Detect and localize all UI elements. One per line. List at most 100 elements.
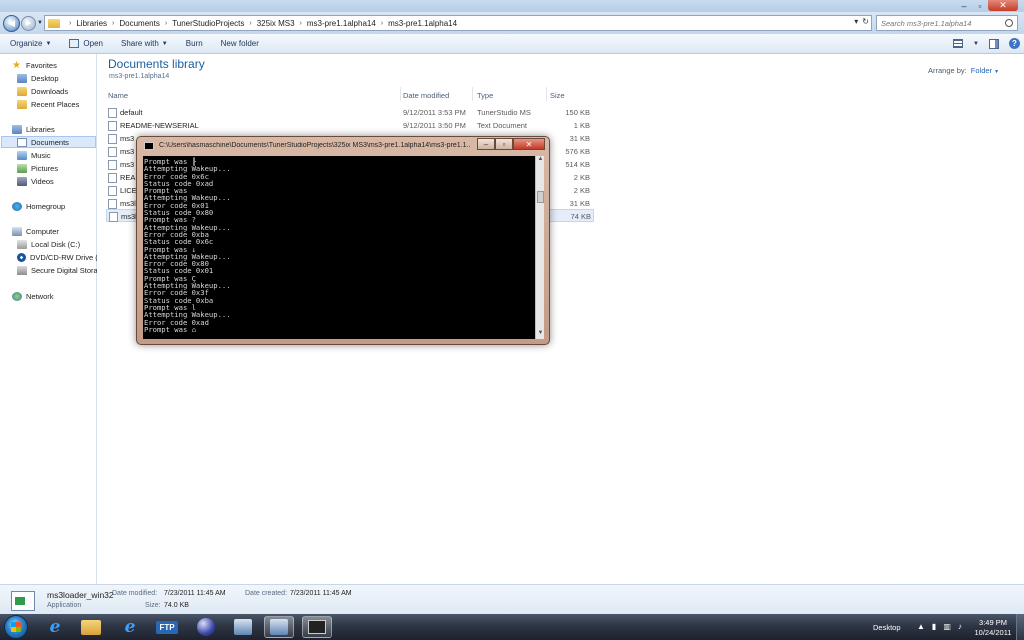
nav-label: DVD/CD-RW Drive ( [30, 253, 97, 262]
nav-local-disk[interactable]: Local Disk (C:) [17, 240, 80, 249]
battery-icon[interactable]: ▮ [932, 622, 936, 631]
back-button[interactable]: ◀ [3, 14, 20, 32]
nav-label: Desktop [31, 74, 59, 83]
file-size: 150 KB [565, 108, 590, 117]
nav-network[interactable]: Network [12, 292, 54, 301]
taskbar-internet-explorer[interactable]: e [40, 616, 70, 638]
breadcrumb-documents[interactable]: Documents [119, 19, 159, 28]
desktop-toolbar[interactable]: Desktop [873, 623, 901, 632]
folder-icon [81, 619, 101, 635]
start-button[interactable] [4, 615, 28, 639]
new-folder-button[interactable]: New folder [221, 39, 259, 48]
taskbar-tunerstudio[interactable] [264, 616, 294, 638]
column-header-size[interactable]: Size [550, 91, 565, 100]
address-dropdown-icon[interactable]: ▾ [854, 17, 858, 26]
taskbar-ftp[interactable]: FTP [152, 616, 182, 638]
nav-homegroup[interactable]: Homegroup [12, 202, 65, 211]
console-icon [144, 142, 154, 150]
maximize-button[interactable]: ▫ [972, 0, 988, 11]
application-icon [69, 39, 80, 48]
hard-disk-icon [17, 240, 27, 249]
nav-label: Downloads [31, 87, 69, 96]
share-with-label: Share with [121, 39, 159, 48]
console-close-button[interactable]: ✕ [513, 138, 545, 150]
nav-label: Homegroup [26, 202, 66, 211]
search-input[interactable] [881, 18, 1001, 28]
nav-pictures[interactable]: Pictures [17, 164, 58, 173]
breadcrumb-ms3-pre-2[interactable]: ms3-pre1.1alpha14 [388, 19, 457, 28]
taskbar-internet-explorer-2[interactable]: e [115, 616, 145, 638]
column-header-date[interactable]: Date modified [403, 91, 449, 100]
file-row[interactable]: README-NEWSERIAL 9/12/2011 3:50 PM Text … [106, 119, 594, 132]
gear-icon [108, 160, 117, 170]
clock[interactable]: 3:49 PM 10/24/2011 [970, 618, 1016, 638]
window-title-bar: – ▫ ✕ [0, 0, 1024, 12]
close-button[interactable]: ✕ [988, 0, 1018, 11]
taskbar-console[interactable] [302, 616, 332, 638]
view-options-icon[interactable] [953, 39, 964, 48]
taskbar-app-ball[interactable] [191, 616, 221, 638]
command-bar: Organize ▼ Open Share with ▼ Burn New fold… [0, 34, 1024, 54]
file-size: 2 KB [573, 186, 590, 195]
column-header-type[interactable]: Type [477, 91, 493, 100]
column-header-name[interactable]: Name [108, 91, 128, 100]
share-with-button[interactable]: Share with ▼ [121, 39, 168, 48]
address-bar[interactable]: › Libraries › Documents › TunerStudioPro… [44, 15, 872, 31]
column-divider[interactable] [472, 87, 473, 101]
chevron-up-icon[interactable]: ▲ [917, 622, 925, 631]
file-name: README-NEWSERIAL [120, 121, 199, 130]
nav-computer[interactable]: Computer [12, 227, 59, 236]
taskbar-explorer[interactable] [76, 616, 106, 638]
music-icon [17, 151, 27, 160]
burn-button[interactable]: Burn [186, 39, 203, 48]
details-size-label: Size: [145, 602, 161, 609]
scrollbar-thumb[interactable] [537, 191, 544, 203]
chevron-down-icon[interactable]: ▼ [994, 69, 999, 75]
breadcrumb-separator-icon: › [69, 19, 72, 27]
nav-dvd-drive[interactable]: DVD/CD-RW Drive ( [17, 253, 97, 262]
desktop-icon [17, 74, 27, 83]
globe-icon [197, 618, 215, 636]
console-minimize-button[interactable]: – [477, 138, 495, 150]
minimize-button[interactable]: – [956, 0, 972, 11]
nav-recent-places[interactable]: Recent Places [17, 100, 79, 109]
console-scrollbar[interactable]: ▲ ▼ [535, 156, 544, 339]
breadcrumb-separator-icon: › [380, 19, 384, 27]
breadcrumb-325ix-ms3[interactable]: 325ix MS3 [257, 19, 295, 28]
scroll-down-icon[interactable]: ▼ [536, 330, 545, 339]
breadcrumb-separator-icon: › [299, 19, 302, 27]
column-divider[interactable] [546, 87, 547, 101]
preview-pane-icon[interactable] [989, 38, 999, 49]
file-row[interactable]: default 9/12/2011 3:53 PM TunerStudio MS… [106, 106, 594, 119]
show-desktop-button[interactable] [1016, 614, 1024, 640]
nav-sd-storage[interactable]: Secure Digital Storag [17, 266, 97, 275]
volume-icon[interactable]: ♪ [958, 622, 962, 631]
nav-favorites[interactable]: ★ Favorites [12, 61, 57, 70]
scroll-up-icon[interactable]: ▲ [536, 156, 545, 165]
open-button[interactable]: Open [69, 39, 103, 48]
nav-downloads[interactable]: Downloads [17, 87, 68, 96]
nav-music[interactable]: Music [17, 151, 51, 160]
breadcrumb-tunerstudioprojects[interactable]: TunerStudioProjects [172, 19, 244, 28]
help-icon[interactable]: ? [1009, 38, 1020, 49]
nav-libraries[interactable]: Libraries [12, 125, 55, 134]
nav-label: Computer [26, 227, 59, 236]
command-bar-right: ▼ ? [953, 38, 1020, 49]
arrange-by-dropdown[interactable]: Folder [971, 66, 992, 75]
refresh-icon[interactable]: ↻ [862, 17, 869, 26]
search-box[interactable] [876, 15, 1018, 31]
console-window[interactable]: C:\Users\hasmaschine\Documents\TunerStud… [136, 136, 550, 345]
nav-documents[interactable]: Documents [1, 136, 96, 148]
breadcrumb-ms3-pre-1[interactable]: ms3-pre1.1alpha14 [307, 19, 376, 28]
nav-videos[interactable]: Videos [17, 177, 54, 186]
organize-button[interactable]: Organize ▼ [10, 39, 51, 48]
chevron-down-icon[interactable]: ▼ [973, 41, 979, 47]
column-divider[interactable] [400, 87, 401, 101]
forward-button[interactable]: ▶ [21, 15, 36, 31]
console-output[interactable]: Prompt was ╟ Attempting Wakeup... Error … [143, 156, 535, 339]
taskbar-tools[interactable] [228, 616, 258, 638]
nav-desktop[interactable]: Desktop [17, 74, 59, 83]
console-maximize-button[interactable]: ▫ [495, 138, 513, 150]
breadcrumb-libraries[interactable]: Libraries [76, 19, 107, 28]
network-icon[interactable]: ▥ [943, 622, 951, 631]
